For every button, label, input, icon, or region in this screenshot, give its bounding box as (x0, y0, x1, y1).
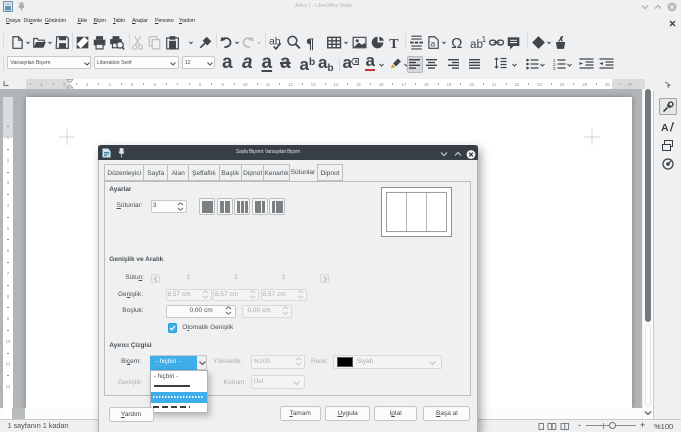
svg-text:A: A (661, 122, 669, 134)
svg-text:a: a (431, 39, 436, 48)
svg-text:3: 3 (553, 66, 556, 71)
svg-text:Ω: Ω (452, 35, 463, 52)
svg-text:1: 1 (482, 35, 487, 44)
svg-text:T: T (389, 37, 399, 52)
svg-text:¶: ¶ (306, 36, 314, 52)
